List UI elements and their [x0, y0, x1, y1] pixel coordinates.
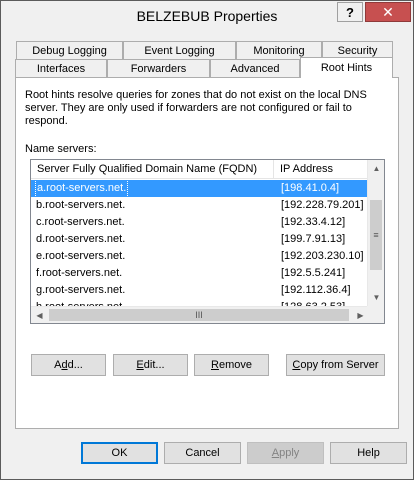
server-fqdn: d.root-servers.net.	[36, 233, 126, 245]
name-servers-list[interactable]: Server Fully Qualified Domain Name (FQDN…	[30, 159, 385, 324]
tab-forwarders[interactable]: Forwarders	[107, 59, 210, 78]
dialog-client-area: Debug Logging Event Logging Monitoring S…	[9, 31, 407, 473]
copy-button-label-accel: C	[292, 359, 301, 371]
apply-button[interactable]: Apply	[247, 442, 324, 464]
tab-debug-logging[interactable]: Debug Logging	[16, 41, 123, 60]
name-servers-label: Name servers:	[25, 143, 97, 155]
list-item[interactable]: c.root-servers.net. [192.33.4.12]	[31, 214, 369, 231]
server-fqdn: c.root-servers.net.	[36, 216, 125, 228]
copy-from-server-button[interactable]: Copy from Server	[286, 354, 385, 376]
list-item[interactable]: d.root-servers.net. [199.7.91.13]	[31, 231, 369, 248]
list-rows: a.root-servers.net. [198.41.0.4] b.root-se…	[31, 179, 369, 323]
apply-button-label-rest: pply	[279, 447, 300, 459]
remove-button[interactable]: Remove	[194, 354, 269, 376]
help-icon[interactable]: ?	[337, 2, 363, 22]
server-fqdn: g.root-servers.net.	[36, 284, 126, 296]
server-ip-address: [192.33.4.12]	[281, 216, 346, 228]
server-fqdn: a.root-servers.net.	[34, 179, 129, 198]
apply-button-label-accel: A	[271, 447, 280, 459]
add-button-label-rest: d...	[67, 359, 83, 371]
column-header-fqdn[interactable]: Server Fully Qualified Domain Name (FQDN…	[31, 160, 274, 179]
remove-button-label-accel: R	[211, 359, 219, 371]
copy-button-label-rest: opy from Server	[300, 359, 379, 371]
list-item[interactable]: b.root-servers.net. [192.228.79.201]	[31, 197, 369, 214]
title-bar[interactable]: BELZEBUB Properties ? ✕	[1, 1, 413, 31]
list-item[interactable]: f.root-servers.net. [192.5.5.241]	[31, 265, 369, 282]
scroll-down-icon[interactable]: ▼	[368, 289, 384, 306]
vertical-scrollbar[interactable]: ▲ ≡ ▼	[367, 160, 384, 306]
server-ip-address: [192.112.36.4]	[281, 284, 351, 296]
scroll-left-icon[interactable]: ◀	[31, 307, 48, 323]
horizontal-scroll-thumb[interactable]: III	[49, 309, 349, 321]
server-fqdn: b.root-servers.net.	[36, 199, 126, 211]
tab-interfaces[interactable]: Interfaces	[15, 59, 107, 78]
edit-button-label-rest: dit...	[143, 359, 165, 371]
server-fqdn: e.root-servers.net.	[36, 250, 126, 262]
server-ip-address: [198.41.0.4]	[281, 182, 340, 194]
server-ip-address: [192.5.5.241]	[281, 267, 346, 279]
help-button[interactable]: Help	[330, 442, 407, 464]
scroll-up-icon[interactable]: ▲	[368, 160, 384, 177]
server-ip-address: [192.203.230.10]	[281, 250, 364, 262]
close-icon[interactable]: ✕	[365, 2, 411, 22]
horizontal-scrollbar[interactable]: ◀ III ▶	[31, 306, 369, 323]
server-ip-address: [192.228.79.201]	[281, 199, 364, 211]
list-item[interactable]: a.root-servers.net. [198.41.0.4]	[31, 179, 369, 198]
remove-button-label-rest: emove	[218, 359, 252, 371]
tab-root-hints[interactable]: Root Hints	[300, 57, 393, 78]
list-item[interactable]: g.root-servers.net. [192.112.36.4]	[31, 282, 369, 299]
ok-button[interactable]: OK	[81, 442, 158, 464]
add-button[interactable]: Ad d...	[31, 354, 106, 376]
properties-window: BELZEBUB Properties ? ✕ Debug Logging Ev…	[0, 0, 414, 480]
list-item[interactable]: e.root-servers.net. [192.203.230.10]	[31, 248, 369, 265]
edit-button-label-accel: E	[136, 359, 144, 371]
column-header-ip-address[interactable]: IP Address	[274, 160, 369, 179]
root-hints-description: Root hints resolve queries for zones tha…	[25, 89, 367, 127]
server-fqdn: f.root-servers.net.	[36, 267, 123, 279]
list-header: Server Fully Qualified Domain Name (FQDN…	[31, 160, 369, 179]
tab-event-logging[interactable]: Event Logging	[123, 41, 236, 60]
edit-button[interactable]: Edit...	[113, 354, 188, 376]
cancel-button[interactable]: Cancel	[164, 442, 241, 464]
vertical-scroll-thumb[interactable]: ≡	[370, 200, 382, 270]
add-button-label-a: A	[54, 359, 62, 371]
tab-advanced[interactable]: Advanced	[210, 59, 300, 78]
server-ip-address: [199.7.91.13]	[281, 233, 346, 245]
scroll-corner	[367, 306, 384, 323]
